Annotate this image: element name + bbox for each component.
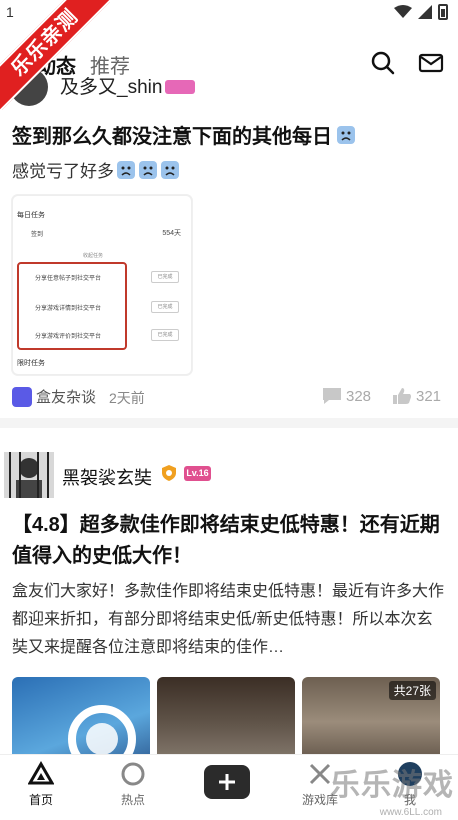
hot-ring-icon	[121, 762, 145, 786]
plus-icon	[219, 774, 235, 790]
post1-body-text: 感觉亏了好多	[12, 162, 114, 181]
level-badge: Lv.16	[184, 466, 211, 481]
nav-home[interactable]: 首页	[6, 761, 76, 808]
post1-title[interactable]: 签到那么久都没注意下面的其他每日	[12, 120, 356, 149]
wifi-icon	[394, 5, 412, 18]
comment-button[interactable]: 328	[322, 387, 371, 405]
battery-icon	[438, 4, 448, 20]
like-count: 321	[416, 387, 442, 405]
shot-signin: 签到	[31, 231, 44, 238]
author-name[interactable]: 黑袈裟玄奘	[62, 464, 152, 490]
search-icon[interactable]	[370, 50, 396, 76]
shot-done-chip: 已完成	[151, 301, 179, 313]
crying-emoji-icon	[139, 160, 157, 179]
nav-home-label: 首页	[28, 793, 53, 807]
mail-icon[interactable]	[418, 50, 444, 76]
thumbs-up-icon	[393, 388, 411, 404]
post1-title-text: 签到那么久都没注意下面的其他每日	[12, 126, 332, 148]
post2-title[interactable]: 【4.8】超多款佳作即将结束史低特惠！还有近期值得入的史低大作！	[12, 510, 446, 572]
shot-task3: 分享游戏评价到社交平台	[35, 333, 102, 340]
watermark-brand: 乐乐游戏	[330, 768, 454, 803]
comment-count: 328	[346, 387, 372, 405]
shot-task2: 分享游戏详情到社交平台	[35, 305, 102, 312]
shot-signin-row: 签到 554天	[19, 222, 185, 244]
shot-task-row: 分享游戏详情到社交平台 已完成	[19, 296, 185, 318]
status-icons	[394, 4, 448, 20]
topic-tag[interactable]: 盒友杂谈	[12, 386, 96, 407]
shot-section-daily: 每日任务	[17, 212, 45, 219]
nav-hot[interactable]: 热点	[98, 761, 168, 808]
topic-tag-label: 盒友杂谈	[36, 389, 97, 406]
shot-days: 554天	[162, 230, 181, 237]
post1-meta: 盒友杂谈 2天前 328 321	[12, 386, 446, 410]
signal-icon	[418, 5, 432, 19]
watermark-site: www.6LL.com	[379, 807, 442, 818]
corner-ribbon: 乐乐亲测	[0, 0, 110, 110]
crying-emoji-icon	[161, 160, 179, 179]
post1-body[interactable]: 感觉亏了好多	[12, 157, 180, 182]
post2-body[interactable]: 盒友们大家好！多款佳作即将结束史低特惠！最近有许多大作都迎来折扣，有部分即将结束…	[12, 578, 448, 662]
crying-emoji-icon	[337, 125, 355, 144]
verified-badge-icon	[162, 465, 176, 481]
ribbon-text: 乐乐亲测	[0, 0, 110, 110]
avatar[interactable]	[4, 452, 54, 498]
shot-section-limited: 限时任务	[17, 360, 45, 367]
post1-image[interactable]: 每日任务 签到 554天 收起任务 分享任意帖子到社交平台 已完成 分享游戏详情…	[12, 195, 192, 375]
home-icon	[28, 761, 54, 785]
level-badge	[165, 80, 195, 94]
shot-more: 收起任务	[83, 253, 104, 259]
shot-done-chip: 已完成	[151, 329, 179, 341]
add-post-button[interactable]	[204, 765, 250, 799]
feed-divider	[0, 418, 458, 428]
shot-done-chip: 已完成	[151, 271, 179, 283]
crying-emoji-icon	[117, 160, 135, 179]
shot-task1: 分享任意帖子到社交平台	[35, 275, 102, 282]
community-icon	[12, 386, 32, 407]
like-button[interactable]: 321	[392, 387, 441, 405]
post-time: 2天前	[109, 390, 145, 406]
comment-icon	[323, 388, 341, 404]
shot-task-row: 分享游戏评价到社交平台 已完成	[19, 324, 185, 346]
post2-author[interactable]: 黑袈裟玄奘 Lv.16	[0, 448, 458, 498]
nav-hot-label: 热点	[120, 793, 145, 807]
image-count: 共27张	[388, 681, 436, 700]
shot-task-row: 分享任意帖子到社交平台 已完成	[19, 266, 185, 288]
